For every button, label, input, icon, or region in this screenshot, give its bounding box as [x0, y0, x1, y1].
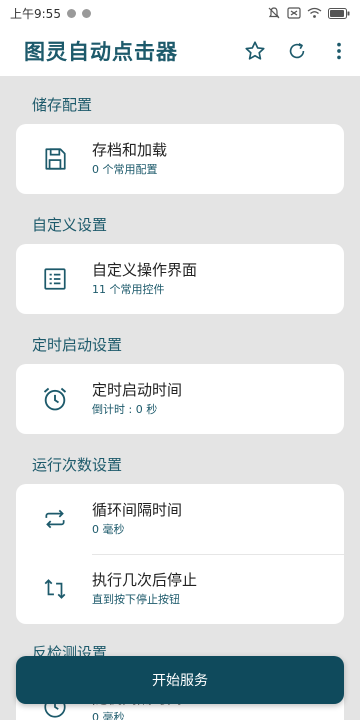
status-bar: 上午9:55: [0, 0, 360, 26]
star-icon: [245, 41, 265, 60]
list-icon: [44, 268, 66, 290]
timer-start-title: 定时启动时间: [92, 381, 183, 399]
refresh-icon: [289, 42, 305, 59]
notification-dot-icon: [81, 8, 91, 18]
alarm-clock-icon: [43, 387, 67, 411]
storage-card: 存档和加载 0 个常用配置: [16, 124, 344, 194]
custom-ui-item[interactable]: 自定义操作界面 11 个常用控件: [16, 244, 344, 314]
stop-after-runs-subtitle: 直到按下停止按钮: [92, 593, 180, 606]
runs-card: 循环间隔时间 0 毫秒 执行几次后停止 直到按下停止按钮: [16, 484, 344, 624]
timer-start-item[interactable]: 定时启动时间 倒计时 : 0 秒: [16, 364, 344, 434]
cycle-arrows-icon: [44, 579, 66, 599]
loop-interval-title: 循环间隔时间: [92, 501, 183, 519]
save-load-subtitle: 0 个常用配置: [92, 163, 158, 176]
more-vert-icon: [337, 42, 341, 60]
stop-after-runs-item[interactable]: 执行几次后停止 直到按下停止按钮: [16, 554, 344, 624]
app-title: 图灵自动点击器: [24, 40, 178, 64]
more-options-button[interactable]: [318, 30, 360, 72]
save-load-item[interactable]: 存档和加载 0 个常用配置: [16, 124, 344, 194]
app-bar: 图灵自动点击器: [0, 26, 360, 76]
sim-off-icon: [287, 7, 301, 19]
section-title-custom: 自定义设置: [32, 216, 108, 234]
custom-ui-subtitle: 11 个常用控件: [92, 283, 165, 296]
repeat-icon: [45, 509, 65, 529]
favorite-button[interactable]: [234, 30, 276, 72]
section-title-runs: 运行次数设置: [32, 456, 123, 474]
refresh-button[interactable]: [276, 30, 318, 72]
stop-after-runs-title: 执行几次后停止: [92, 571, 198, 589]
loop-interval-item[interactable]: 循环间隔时间 0 毫秒: [16, 484, 344, 554]
wifi-icon: [307, 7, 322, 18]
save-load-title: 存档和加载: [92, 141, 168, 159]
start-service-button[interactable]: 开始服务: [16, 656, 344, 704]
custom-ui-title: 自定义操作界面: [92, 261, 198, 279]
section-title-storage: 储存配置: [32, 96, 93, 114]
loop-interval-subtitle: 0 毫秒: [92, 523, 125, 536]
mute-bell-icon: [268, 7, 280, 19]
start-service-label: 开始服务: [152, 673, 208, 689]
timer-start-subtitle: 倒计时 : 0 秒: [92, 403, 158, 416]
section-title-timer: 定时启动设置: [32, 336, 123, 354]
save-icon: [45, 148, 66, 170]
timer-card: 定时启动时间 倒计时 : 0 秒: [16, 364, 344, 434]
battery-icon: [328, 7, 350, 19]
notification-dot-icon: [66, 8, 76, 18]
custom-card: 自定义操作界面 11 个常用控件: [16, 244, 344, 314]
status-time: 上午9:55: [10, 6, 61, 21]
random-interval-subtitle: 0 毫秒: [92, 711, 125, 720]
